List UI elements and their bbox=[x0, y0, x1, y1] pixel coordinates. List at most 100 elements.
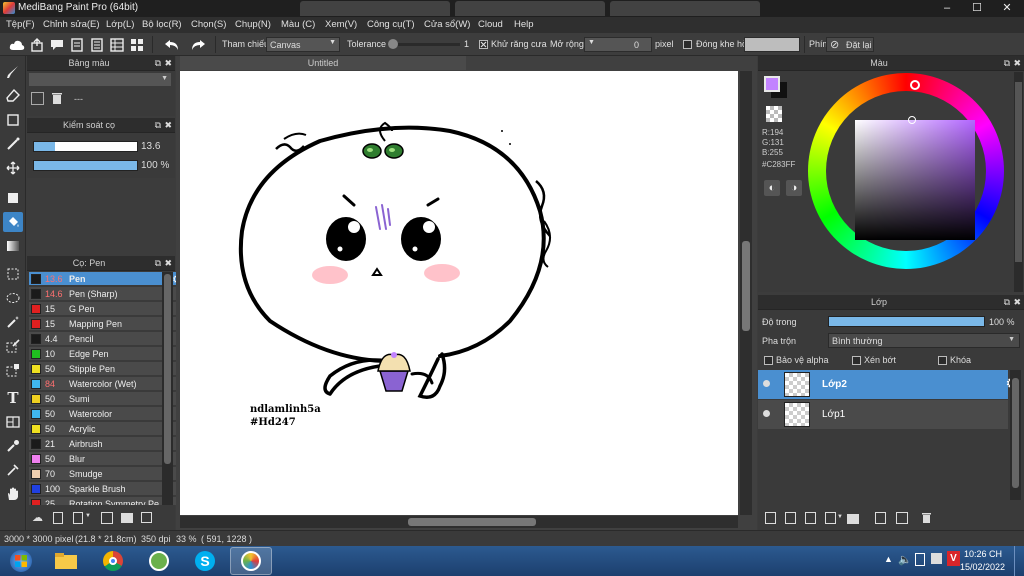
menu-filter[interactable]: Bộ lọc(R) bbox=[142, 19, 182, 30]
color-picker-handle[interactable] bbox=[908, 116, 916, 124]
transparent-color-swatch[interactable] bbox=[766, 106, 782, 122]
lasso-tool-icon[interactable] bbox=[3, 288, 23, 308]
menu-select[interactable]: Chọn(S) bbox=[191, 19, 226, 30]
merge-layer-icon[interactable] bbox=[896, 512, 908, 524]
color-panel-scrollbar[interactable] bbox=[1014, 72, 1023, 292]
brush-size-bar[interactable] bbox=[33, 141, 138, 152]
layer-list-scrollbar[interactable] bbox=[1010, 370, 1021, 500]
skype-task-icon[interactable]: S bbox=[184, 547, 226, 575]
scrollbar-thumb[interactable] bbox=[1015, 82, 1022, 262]
new-palette-icon[interactable] bbox=[31, 92, 44, 105]
menu-tools[interactable]: Công cụ(T) bbox=[367, 19, 415, 30]
brush-settings-icon[interactable] bbox=[101, 512, 113, 524]
scrollbar-thumb[interactable] bbox=[1012, 378, 1019, 488]
eyedropper-tool-icon[interactable] bbox=[3, 436, 23, 456]
close-gap-checkbox[interactable] bbox=[683, 40, 692, 49]
document-list-icon[interactable] bbox=[88, 36, 106, 53]
menu-window[interactable]: Cửa sổ(W) bbox=[424, 19, 470, 30]
bucket-tool-icon[interactable] bbox=[3, 212, 23, 232]
primary-color-swatch[interactable] bbox=[764, 76, 780, 92]
menu-layer[interactable]: Lớp(L) bbox=[106, 19, 134, 30]
clipping-checkbox[interactable] bbox=[852, 356, 861, 365]
expand-input[interactable]: ▼ 0 bbox=[584, 37, 652, 52]
magic-wand-tool-icon[interactable] bbox=[3, 312, 23, 332]
dot-pen-tool-icon[interactable] bbox=[3, 134, 23, 154]
close-panel-icon[interactable]: ✖ bbox=[164, 258, 172, 269]
scrollbar-thumb[interactable] bbox=[164, 274, 171, 464]
antialias-checkbox[interactable] bbox=[479, 40, 488, 49]
eraser-tool-icon[interactable] bbox=[3, 86, 23, 106]
menu-color[interactable]: Màu (C) bbox=[281, 19, 315, 30]
redo-icon[interactable] bbox=[186, 36, 210, 53]
document-tab[interactable]: Untitled bbox=[180, 56, 466, 70]
close-gap-slider[interactable] bbox=[744, 37, 800, 52]
duplicate-brush-icon[interactable] bbox=[141, 512, 152, 523]
eye-icon[interactable] bbox=[763, 380, 770, 387]
undock-icon[interactable]: ⧉ bbox=[155, 120, 161, 131]
document-icon[interactable] bbox=[68, 36, 86, 53]
new-layer-icon[interactable] bbox=[765, 512, 776, 524]
spoit-tool-icon[interactable] bbox=[3, 460, 23, 480]
select-tool-icon[interactable] bbox=[3, 264, 23, 284]
undo-icon[interactable] bbox=[160, 36, 184, 53]
menu-view[interactable]: Xem(V) bbox=[325, 19, 357, 30]
tolerance-slider[interactable] bbox=[388, 39, 460, 49]
lock-checkbox[interactable] bbox=[938, 356, 947, 365]
scrollbar-thumb[interactable] bbox=[408, 518, 536, 526]
protect-alpha-checkbox[interactable] bbox=[764, 356, 773, 365]
network-icon[interactable] bbox=[931, 553, 942, 564]
undock-icon[interactable]: ⧉ bbox=[155, 258, 161, 269]
menu-capture[interactable]: Chụp(N) bbox=[235, 19, 271, 30]
close-panel-icon[interactable]: ✖ bbox=[164, 120, 172, 131]
brush-tool-icon[interactable] bbox=[3, 62, 23, 82]
color-settings-icon[interactable]: ◑ bbox=[786, 180, 802, 196]
clock-app-task-icon[interactable] bbox=[138, 547, 180, 575]
close-panel-icon[interactable]: ✖ bbox=[164, 58, 172, 69]
taskbar-time[interactable]: 10:26 CH bbox=[964, 549, 1002, 559]
add-layer-icon[interactable] bbox=[825, 512, 836, 524]
new-1bit-layer-icon[interactable] bbox=[805, 512, 816, 524]
saturation-value-square[interactable] bbox=[855, 120, 975, 240]
trash-icon[interactable] bbox=[51, 92, 64, 105]
file-explorer-task-icon[interactable] bbox=[45, 547, 87, 575]
canvas-vertical-scrollbar[interactable] bbox=[740, 71, 752, 515]
brush-list-scrollbar[interactable] bbox=[162, 272, 173, 505]
panel-tool-icon[interactable] bbox=[3, 412, 23, 432]
undock-icon[interactable]: ⧉ bbox=[155, 58, 161, 69]
canvas-horizontal-scrollbar[interactable] bbox=[180, 516, 738, 528]
tiles-icon[interactable] bbox=[128, 36, 146, 53]
minimize-button[interactable]: – bbox=[932, 0, 962, 17]
move-tool-icon[interactable] bbox=[3, 158, 23, 178]
new-brush-icon[interactable] bbox=[53, 512, 63, 524]
select-pen-tool-icon[interactable] bbox=[3, 336, 23, 356]
slider-handle[interactable] bbox=[388, 39, 398, 49]
delete-layer-icon[interactable] bbox=[921, 512, 932, 524]
new-halftone-layer-icon[interactable] bbox=[785, 512, 796, 524]
tray-expand-icon[interactable]: ▲ bbox=[884, 554, 893, 564]
chrome-task-icon[interactable] bbox=[92, 547, 134, 575]
close-panel-icon[interactable]: ✖ bbox=[1013, 297, 1021, 308]
palette-select[interactable]: ▼ bbox=[29, 73, 171, 86]
share-icon[interactable] bbox=[28, 36, 46, 53]
grid-icon[interactable] bbox=[108, 36, 126, 53]
palette-icon[interactable]: ◐ bbox=[764, 180, 780, 196]
menu-file[interactable]: Tệp(F) bbox=[6, 19, 35, 30]
reset-button[interactable]: ⊘ Đặt lại bbox=[826, 37, 874, 52]
layer-row[interactable]: Lớp2⚙ bbox=[758, 370, 1018, 399]
show-desktop-button[interactable] bbox=[1014, 546, 1024, 576]
undock-icon[interactable]: ⧉ bbox=[1004, 297, 1010, 308]
layer-folder-icon[interactable] bbox=[847, 514, 859, 524]
hue-handle[interactable] bbox=[910, 80, 920, 90]
undock-icon[interactable]: ⧉ bbox=[1004, 58, 1010, 69]
layer-opacity-bar[interactable] bbox=[828, 316, 985, 327]
cloud-brush-icon[interactable]: ☁ bbox=[32, 511, 43, 524]
add-brush-icon[interactable] bbox=[73, 512, 83, 524]
menu-cloud[interactable]: Cloud bbox=[478, 19, 503, 30]
duplicate-layer-icon[interactable] bbox=[875, 512, 886, 524]
comment-icon[interactable] bbox=[48, 36, 66, 53]
menu-edit[interactable]: Chỉnh sửa(E) bbox=[43, 19, 100, 30]
volume-icon[interactable]: 🔈 bbox=[898, 553, 912, 566]
cloud-icon[interactable] bbox=[8, 36, 26, 53]
hand-tool-icon[interactable] bbox=[3, 484, 23, 504]
fill-rectangle-tool-icon[interactable] bbox=[3, 188, 23, 208]
